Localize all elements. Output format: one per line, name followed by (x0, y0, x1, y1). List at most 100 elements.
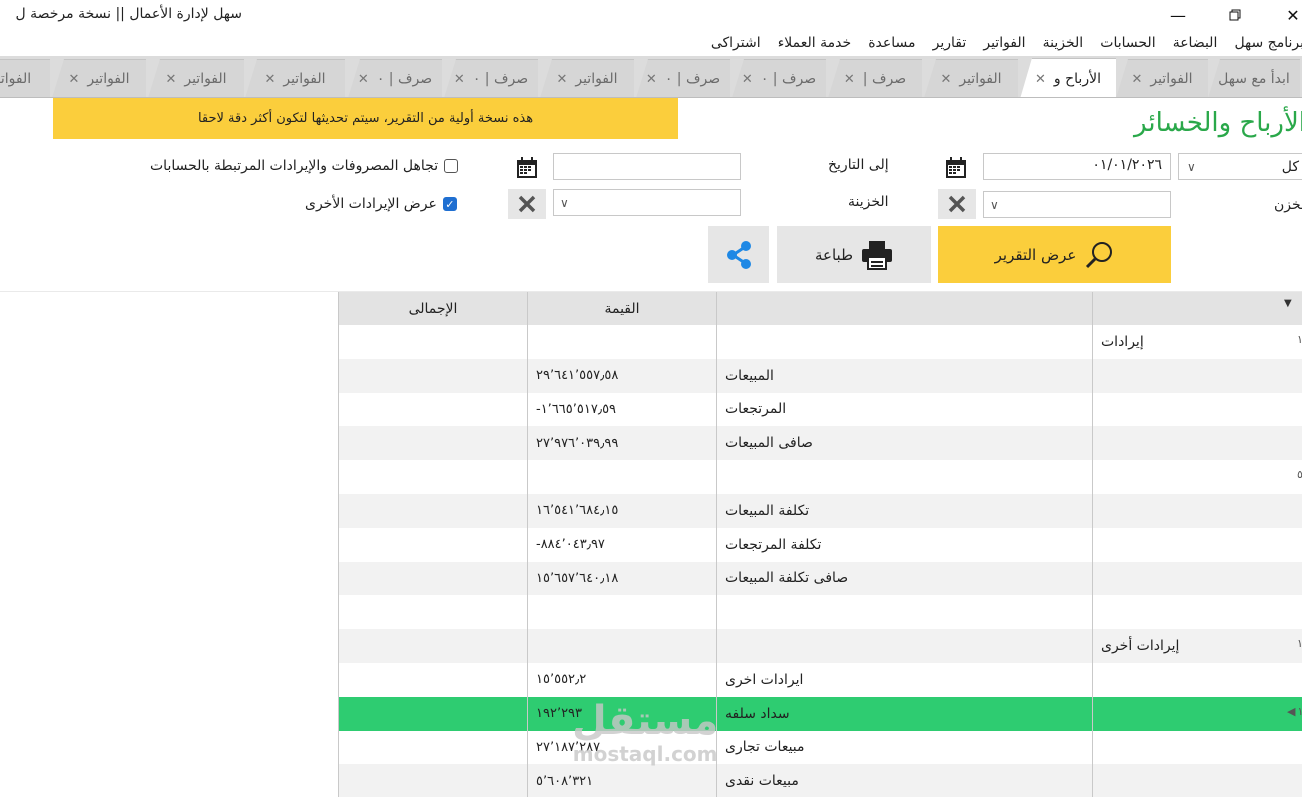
cell-value[interactable] (528, 629, 717, 663)
table-row[interactable]: ٢٧٬٩٧٦٬٠٣٩٫٩٩ صافى المبيعات (338, 426, 1302, 461)
tab-invoices[interactable]: ✕ الفواتير (924, 59, 1018, 97)
cell-total[interactable] (338, 595, 528, 630)
cell-item[interactable]: ايرادات اخرى (717, 663, 1093, 697)
cell-value[interactable]: ١٬٦٦٥٬٥١٧٫٥٩- (528, 392, 717, 427)
cell-item[interactable] (717, 629, 1093, 663)
cell-item[interactable]: المرتجعات (717, 392, 1093, 427)
cell-total[interactable] (338, 426, 528, 461)
tab-invoices[interactable]: ✕ الفواتير (245, 59, 345, 97)
cell-value[interactable]: ١٥٬٥٥٢٫٢ (528, 663, 717, 697)
calendar-icon[interactable] (941, 153, 971, 183)
cell-item[interactable]: مبيعات نقدى (717, 764, 1093, 797)
table-row[interactable]: ١٥٬٦٥٧٬٦٤٠٫١٨ صافى تكلفة المبيعات (338, 561, 1302, 596)
tab-payment[interactable]: ✕ صرف | ٠ (348, 59, 442, 97)
menu-item-reports[interactable]: تقارير (927, 33, 973, 53)
cell-item[interactable] (717, 325, 1093, 359)
cell-value[interactable]: ٨٨٤٬٠٤٣٫٩٧- (528, 527, 717, 562)
menu-item-treasury[interactable]: الخزينة (1037, 33, 1090, 53)
tab-payment[interactable]: ✕ صرف | ٠ (732, 59, 826, 97)
table-row[interactable]: ١٦٬٥٤١٬٦٨٤٫١٥ تكلفة المبيعات (338, 494, 1302, 528)
tab-invoices[interactable]: ✕ الفواتير (1116, 59, 1208, 97)
column-header-total[interactable]: الإجمالى (338, 292, 528, 325)
table-row[interactable]: ١٩٢٬٢٩٣ سداد سلفه (338, 696, 1302, 731)
cell-total[interactable] (338, 392, 528, 427)
cell-total[interactable] (338, 663, 528, 697)
minimize-icon[interactable]: — (1155, 0, 1201, 30)
cell-total[interactable] (338, 527, 528, 562)
cell-group[interactable] (1093, 764, 1302, 797)
cell-total[interactable] (338, 764, 528, 797)
cell-group[interactable] (1093, 494, 1302, 528)
menu-item-sahl[interactable]: برنامج سهل (1228, 33, 1302, 53)
branch-select[interactable]: ∨ كل (1178, 153, 1302, 180)
table-row[interactable]: إيرادات أخرى (338, 629, 1302, 663)
cell-group[interactable]: إيرادات أخرى (1093, 629, 1302, 663)
cell-item[interactable]: صافى تكلفة المبيعات (717, 561, 1093, 596)
tab-invoices[interactable]: الفواتير (0, 59, 50, 97)
cell-value[interactable] (528, 595, 717, 630)
tab-payment[interactable]: ✕ صرف | ٠ (636, 59, 730, 97)
cell-total[interactable] (338, 358, 528, 393)
tab-close-icon[interactable]: ✕ (454, 72, 465, 87)
menu-item-subscription[interactable]: اشتراكى (705, 33, 767, 53)
cell-value[interactable] (528, 325, 717, 359)
cell-value[interactable]: ١٦٬٥٤١٬٦٨٤٫١٥ (528, 494, 717, 528)
tab-close-icon[interactable]: ✕ (165, 72, 176, 87)
tab-invoices[interactable]: ✕ الفواتير (52, 59, 146, 97)
cell-item[interactable] (717, 595, 1093, 630)
close-icon[interactable]: ✕ (1270, 0, 1302, 30)
sort-arrow-icon[interactable]: ▼ (1284, 298, 1292, 309)
tab-payment[interactable]: ✕ صرف | (828, 59, 922, 97)
show-other-revenue-option[interactable]: ✓ عرض الإيرادات الأخرى (305, 196, 457, 212)
tab-invoices[interactable]: ✕ الفواتير (540, 59, 634, 97)
cell-item[interactable] (717, 460, 1093, 494)
ignore-accounts-checkbox[interactable] (444, 159, 459, 173)
menu-item-invoices[interactable]: الفواتير (977, 33, 1031, 53)
cell-group[interactable] (1093, 595, 1302, 629)
table-row[interactable] (338, 460, 1302, 494)
table-row[interactable]: ٢٩٬٦٤١٬٥٥٧٫٥٨ المبيعات (338, 358, 1302, 393)
tab-close-icon[interactable]: ✕ (844, 72, 855, 87)
tab-close-icon[interactable]: ✕ (556, 72, 567, 87)
clear-account-icon[interactable] (508, 189, 546, 219)
restore-icon[interactable] (1212, 0, 1258, 30)
cell-value[interactable]: ٢٩٬٦٤١٬٥٥٧٫٥٨ (528, 358, 717, 393)
cell-total[interactable] (338, 696, 528, 731)
tab-close-icon[interactable]: ✕ (646, 72, 657, 87)
cell-group[interactable] (1093, 731, 1302, 765)
menu-item-customer-service[interactable]: خدمة العملاء (772, 33, 857, 53)
menu-item-goods[interactable]: البضاعة (1167, 33, 1224, 53)
menu-item-help[interactable]: مساعدة (862, 33, 921, 53)
cell-item[interactable]: سداد سلفه (717, 696, 1093, 731)
ignore-accounts-option[interactable]: تجاهل المصروفات والإيرادات المرتبطة بالح… (150, 158, 459, 174)
share-icon[interactable] (708, 226, 769, 283)
column-header-group[interactable] (1093, 292, 1302, 325)
cell-group[interactable] (1093, 663, 1302, 697)
table-row[interactable]: ٢٧٬١٨٧٬٢٨٧ مبيعات تجارى (338, 730, 1302, 765)
cell-total[interactable] (338, 629, 528, 663)
cell-item[interactable]: تكلفة المرتجعات (717, 527, 1093, 562)
show-report-button[interactable]: عرض التقرير (938, 226, 1171, 283)
table-row[interactable]: ١٬٦٦٥٬٥١٧٫٥٩- المرتجعات (338, 392, 1302, 427)
cell-group[interactable] (1093, 426, 1302, 460)
cell-group[interactable] (1093, 562, 1302, 596)
column-header-item[interactable] (717, 292, 1093, 325)
cell-total[interactable] (338, 325, 528, 359)
cell-value[interactable] (528, 460, 717, 494)
tab-payment[interactable]: ✕ صرف | ٠ (444, 59, 538, 97)
tab-close-icon[interactable]: ✕ (264, 72, 275, 87)
cell-group[interactable] (1093, 393, 1302, 427)
cell-item[interactable]: تكلفة المبيعات (717, 494, 1093, 528)
cell-group[interactable] (1093, 697, 1302, 731)
table-row[interactable]: ١٥٬٥٥٢٫٢ ايرادات اخرى (338, 663, 1302, 697)
cell-value[interactable]: ٢٧٬٩٧٦٬٠٣٩٫٩٩ (528, 426, 717, 461)
table-row[interactable]: إيرادات (338, 325, 1302, 359)
tab-invoices[interactable]: ✕ الفواتير (148, 59, 244, 97)
cell-item[interactable]: مبيعات تجارى (717, 730, 1093, 765)
cell-group[interactable] (1093, 460, 1302, 494)
calendar-icon[interactable] (512, 153, 542, 183)
tab-close-icon[interactable]: ✕ (68, 72, 79, 87)
cell-value[interactable]: ٢٧٬١٨٧٬٢٨٧ (528, 730, 717, 765)
table-row[interactable]: ٥٬٦٠٨٬٣٢١ مبيعات نقدى (338, 764, 1302, 797)
tab-profit-loss[interactable]: ✕ الأرباح و (1020, 58, 1116, 97)
